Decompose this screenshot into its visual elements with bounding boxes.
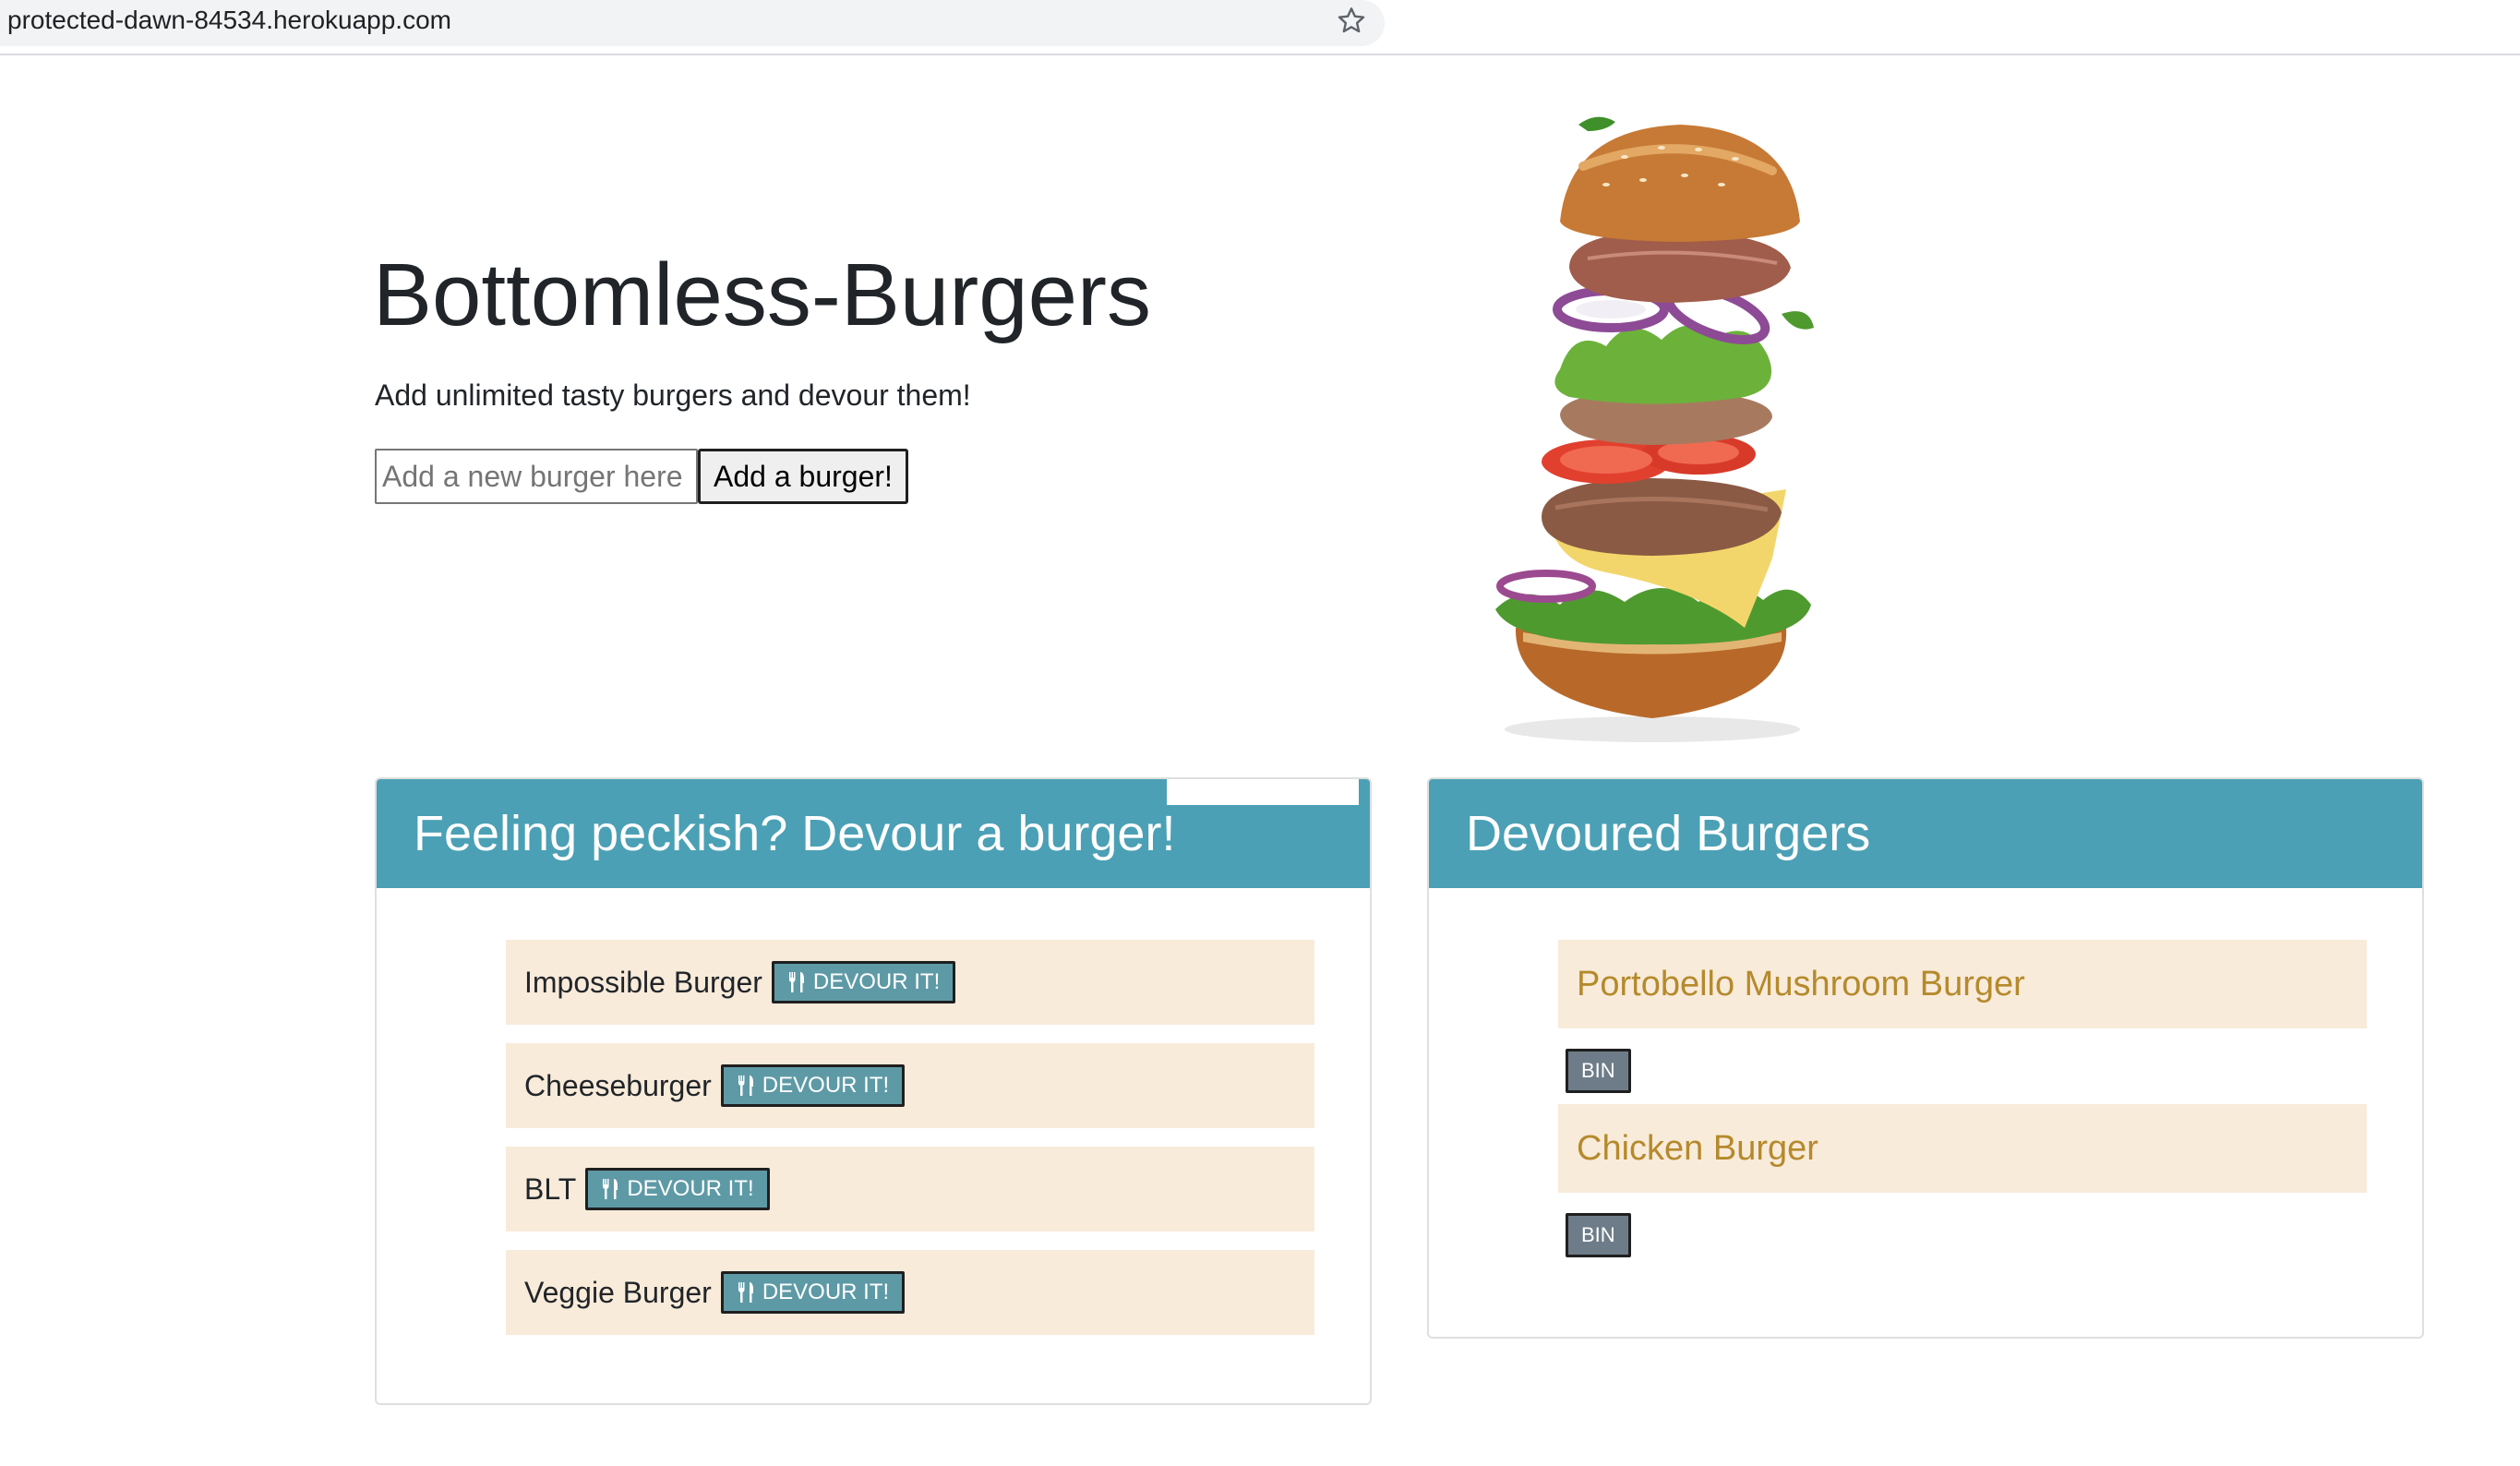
undevoured-card-header: Feeling peckish? Devour a burger!: [377, 779, 1370, 888]
devour-button[interactable]: DEVOUR IT!: [720, 1271, 906, 1314]
utensils-icon: [788, 972, 804, 992]
devoured-burger-name: Chicken Burger: [1558, 1104, 2367, 1193]
page-title: Bottomless-Burgers: [373, 246, 1151, 344]
url-text: protected-dawn-84534.herokuapp.com: [7, 6, 451, 34]
devour-button-label: DEVOUR IT!: [762, 1280, 890, 1304]
list-item: Impossible Burger DEVOUR IT!: [506, 940, 1314, 1025]
burger-name: Impossible Burger: [524, 965, 762, 999]
devour-button-label: DEVOUR IT!: [812, 969, 941, 994]
utensils-icon: [603, 1179, 618, 1199]
url-field[interactable]: protected-dawn-84534.herokuapp.com: [0, 0, 1385, 46]
devour-button[interactable]: DEVOUR IT!: [585, 1168, 770, 1210]
utensils-icon: [738, 1282, 753, 1303]
list-item: Portobello Mushroom Burger BIN: [1558, 940, 2367, 1093]
burger-illustration: [1495, 116, 1814, 742]
burger-name: BLT: [524, 1172, 577, 1206]
undevoured-heading: Feeling peckish? Devour a burger!: [414, 806, 1176, 861]
list-item: BLT DEVOUR IT!: [506, 1147, 1314, 1232]
devoured-card: Devoured Burgers Portobello Mushroom Bur…: [1427, 777, 2424, 1339]
list-item: Chicken Burger BIN: [1558, 1104, 2367, 1257]
bin-button[interactable]: BIN: [1566, 1213, 1631, 1257]
burger-name: Veggie Burger: [524, 1275, 712, 1309]
bin-button[interactable]: BIN: [1566, 1049, 1631, 1093]
devoured-burger-name: Portobello Mushroom Burger: [1558, 940, 2367, 1028]
devour-button[interactable]: DEVOUR IT!: [771, 961, 956, 1003]
devour-button-label: DEVOUR IT!: [627, 1176, 754, 1201]
list-item: Cheeseburger DEVOUR IT!: [506, 1043, 1314, 1128]
browser-address-bar: protected-dawn-84534.herokuapp.com: [0, 0, 2520, 55]
devour-button-label: DEVOUR IT!: [762, 1073, 890, 1098]
utensils-icon: [738, 1075, 753, 1096]
list-item: Veggie Burger DEVOUR IT!: [506, 1250, 1314, 1335]
header-notch: [1167, 779, 1359, 805]
undevoured-card: Feeling peckish? Devour a burger! Imposs…: [375, 777, 1372, 1405]
add-burger-form: Add a burger!: [375, 449, 908, 504]
burger-name: Cheeseburger: [524, 1068, 712, 1102]
undevoured-list: Impossible Burger DEVOUR IT! Cheeseburge…: [506, 940, 1314, 1353]
devoured-list: Portobello Mushroom Burger BIN Chicken B…: [1558, 940, 2367, 1268]
devour-button[interactable]: DEVOUR IT!: [720, 1064, 906, 1107]
page-subtitle: Add unlimited tasty burgers and devour t…: [375, 379, 971, 412]
burger-name-input[interactable]: [375, 449, 698, 504]
devoured-heading: Devoured Burgers: [1466, 806, 1871, 861]
star-icon[interactable]: [1337, 6, 1366, 35]
devoured-card-header: Devoured Burgers: [1429, 779, 2422, 888]
add-burger-button[interactable]: Add a burger!: [698, 449, 908, 504]
